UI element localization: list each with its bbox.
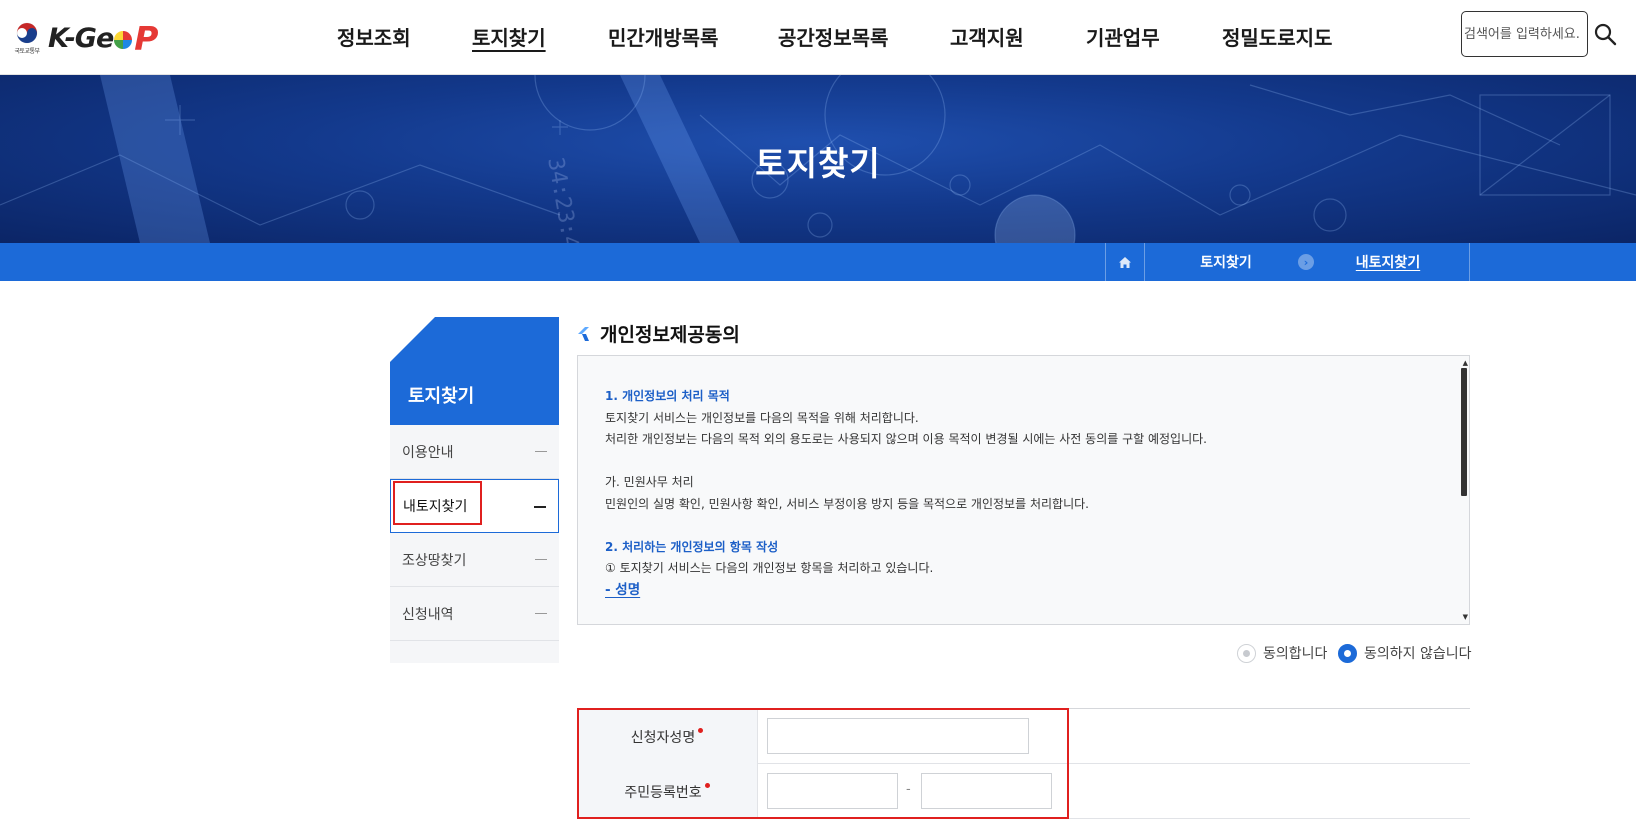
consent-agree-option[interactable]: 동의합니다 bbox=[1237, 642, 1327, 664]
dash-icon bbox=[535, 613, 547, 614]
section-mark-icon bbox=[578, 326, 589, 341]
government-emblem-icon: 국토교통부 bbox=[10, 22, 44, 55]
home-icon bbox=[1119, 256, 1131, 268]
consent-agree-label: 동의합니다 bbox=[1263, 646, 1328, 662]
scroll-thumb[interactable] bbox=[1461, 368, 1467, 496]
terms-heading-1: 1. 개인정보의 처리 목적 bbox=[605, 389, 730, 403]
radio-disagree[interactable] bbox=[1338, 643, 1357, 663]
brand-wordmark: K-Ge P bbox=[48, 18, 158, 58]
applicant-name-input[interactable] bbox=[767, 718, 1029, 754]
breadcrumb: 토지찾기 › 내토지찾기 bbox=[0, 243, 1636, 281]
sidebar-item-label: 조상땅찾기 bbox=[402, 552, 467, 569]
site-logo[interactable]: 국토교통부 K-Ge P bbox=[10, 18, 158, 58]
sidebar-item-my-land[interactable]: 내토지찾기 bbox=[390, 479, 559, 533]
nav-info-lookup[interactable]: 정보조회 bbox=[337, 22, 411, 51]
sidebar-title: 토지찾기 bbox=[408, 386, 475, 407]
nav-private-open-list[interactable]: 민간개방목록 bbox=[608, 22, 718, 51]
terms-paragraph-4: ① 토지찾기 서비스는 다음의 개인정보 항목을 처리하고 있습니다. bbox=[605, 561, 934, 575]
nav-customer-support[interactable]: 고객지원 bbox=[950, 22, 1024, 51]
applicant-name-label-text: 신청자성명 bbox=[630, 729, 696, 746]
rrn-label-text: 주민등록번호 bbox=[624, 784, 702, 801]
emblem-text: 국토교통부 bbox=[14, 47, 40, 55]
sidebar-header: 토지찾기 bbox=[390, 317, 559, 425]
rrn-front-input[interactable] bbox=[767, 773, 898, 809]
sidebar-menu: 이용안내 내토지찾기 조상땅찾기 신청내역 bbox=[390, 425, 559, 663]
sidebar-item-label: 신청내역 bbox=[402, 606, 454, 623]
dash-icon bbox=[535, 451, 547, 452]
breadcrumb-level1[interactable]: 토지찾기 bbox=[1146, 243, 1306, 281]
search-button[interactable] bbox=[1592, 22, 1618, 48]
sidebar-item-label: 내토지찾기 bbox=[403, 499, 468, 515]
nav-precision-road-map[interactable]: 정밀도로지도 bbox=[1222, 22, 1332, 51]
rrn-label: 주민등록번호 bbox=[577, 764, 758, 819]
breadcrumb-home[interactable] bbox=[1105, 243, 1145, 281]
scroll-down-icon[interactable]: ▼ bbox=[1463, 613, 1468, 621]
privacy-terms-box[interactable]: 1. 개인정보의 처리 목적 토지찾기 서비스는 개인정보를 다음의 목적을 위… bbox=[577, 355, 1470, 625]
search-input[interactable] bbox=[1461, 11, 1588, 57]
terms-heading-3: 2. 처리하는 개인정보의 항목 작성 bbox=[605, 539, 779, 554]
section-header: 개인정보제공동의 bbox=[578, 320, 740, 347]
page-banner: 34:23:454:1 토지찾기 bbox=[0, 75, 1636, 243]
brand-prefix: K-Ge bbox=[48, 22, 114, 54]
terms-content: 1. 개인정보의 처리 목적 토지찾기 서비스는 개인정보를 다음의 목적을 위… bbox=[605, 386, 1435, 601]
sidebar-item-guide[interactable]: 이용안내 bbox=[390, 425, 559, 479]
banner-title: 토지찾기 bbox=[755, 144, 881, 183]
terms-paragraph-2: 처리한 개인정보는 다음의 목적 외의 용도로는 사용되지 않으며 이용 목적이… bbox=[605, 432, 1207, 446]
form-row-name: 신청자성명 bbox=[577, 709, 1470, 764]
applicant-form: 신청자성명 주민등록번호 - bbox=[577, 708, 1470, 825]
sidebar-item-history[interactable]: 신청내역 bbox=[390, 587, 559, 641]
consent-disagree-label: 동의하지 않습니다 bbox=[1364, 646, 1472, 662]
nav-land-search[interactable]: 토지찾기 bbox=[472, 22, 546, 51]
sidebar-item-label: 이용안내 bbox=[402, 444, 454, 461]
rrn-separator: - bbox=[906, 782, 911, 797]
form-row-rrn: 주민등록번호 - bbox=[577, 764, 1470, 819]
brand-globe-icon bbox=[114, 31, 133, 49]
dash-icon bbox=[534, 506, 546, 508]
applicant-name-label: 신청자성명 bbox=[577, 709, 758, 764]
consent-disagree-option[interactable]: 동의하지 않습니다 bbox=[1338, 642, 1472, 664]
nav-agency-work[interactable]: 기관업무 bbox=[1086, 22, 1160, 51]
nav-spatial-info-list[interactable]: 공간정보목록 bbox=[778, 22, 888, 51]
required-mark bbox=[704, 783, 710, 788]
site-header: 국토교통부 K-Ge P 정보조회 토지찾기 민간개방목록 공간정보목록 고객지원… bbox=[0, 0, 1636, 75]
brand-suffix: P bbox=[134, 18, 158, 58]
rrn-back-input[interactable] bbox=[921, 773, 1052, 809]
search-icon bbox=[1594, 23, 1617, 46]
radio-agree[interactable] bbox=[1237, 643, 1256, 663]
terms-link-name[interactable]: - 성명 bbox=[605, 580, 1435, 602]
sidebar-item-ancestor-land[interactable]: 조상땅찾기 bbox=[390, 533, 559, 587]
terms-paragraph-1: 토지찾기 서비스는 개인정보를 다음의 목적을 위해 처리합니다. bbox=[605, 410, 919, 425]
breadcrumb-level2[interactable]: 내토지찾기 bbox=[1307, 243, 1470, 281]
scroll-up-icon[interactable]: ▲ bbox=[1463, 359, 1468, 367]
required-mark bbox=[698, 728, 704, 733]
terms-scrollbar[interactable]: ▲ ▼ bbox=[1459, 356, 1469, 624]
terms-paragraph-3: 민원인의 실명 확인, 민원사항 확인, 서비스 부정이용 방지 등을 목적으로… bbox=[605, 496, 1089, 511]
terms-heading-2: 가. 민원사무 처리 bbox=[605, 475, 694, 489]
section-title: 개인정보제공동의 bbox=[600, 324, 740, 346]
dash-icon bbox=[535, 559, 547, 560]
